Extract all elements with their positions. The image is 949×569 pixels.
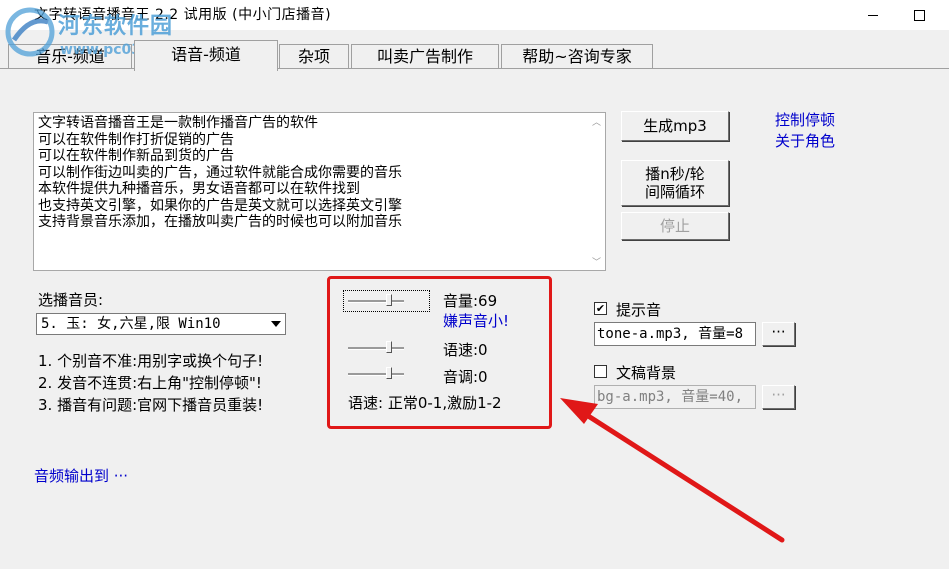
stop-button[interactable]: 停止	[621, 212, 729, 240]
generate-mp3-button[interactable]: 生成mp3	[621, 111, 729, 141]
tip-3: 3. 播音有问题:官网下播音员重装!	[38, 396, 264, 414]
title-bar: 文字转语音播音王 2.2 试用版 (中小门店播音)	[0, 0, 949, 30]
scroll-down-icon[interactable]: ﹀	[592, 255, 601, 268]
tab-ad-making[interactable]: 叫卖广告制作	[351, 44, 499, 69]
chevron-down-icon[interactable]	[267, 314, 285, 334]
tab-voice-channel[interactable]: 语音-频道	[134, 40, 278, 71]
background-field[interactable]: bg-a.mp3, 音量=40,	[594, 385, 756, 409]
tab-music-channel[interactable]: 音乐-频道	[8, 44, 132, 69]
audio-output-link[interactable]: 音频输出到 ···	[34, 465, 128, 486]
maximize-button[interactable]	[896, 0, 942, 30]
control-pause-link[interactable]: 控制停顿	[775, 109, 835, 130]
loop-play-button[interactable]: 播n秒/轮 间隔循环	[621, 160, 729, 206]
voice-select-label: 选播音员:	[38, 291, 104, 309]
scroll-up-icon[interactable]: ︿	[592, 115, 601, 128]
prompt-sound-checkbox[interactable]: ✔	[594, 302, 607, 315]
background-browse-button[interactable]: ···	[762, 385, 795, 409]
editor-scrollbar[interactable]: ︿ ﹀	[588, 113, 605, 270]
loop-play-label-1: 播n秒/轮	[645, 165, 705, 183]
tab-misc[interactable]: 杂项	[279, 44, 349, 69]
background-label: 文稿背景	[616, 364, 677, 382]
prompt-sound-browse-button[interactable]: ···	[762, 322, 795, 346]
loop-play-label-2: 间隔循环	[644, 183, 705, 201]
about-role-link[interactable]: 关于角色	[775, 130, 835, 151]
highlight-box	[327, 276, 552, 429]
tip-1: 1. 个别音不准:用别字或换个句子!	[38, 352, 264, 370]
prompt-sound-label: 提示音	[616, 301, 662, 319]
minimize-button[interactable]	[850, 0, 896, 30]
voice-select-value: 5. 玉: 女,六星,限 Win10	[41, 316, 221, 332]
minimize-icon	[868, 14, 878, 16]
prompt-sound-field[interactable]: tone-a.mp3, 音量=8	[594, 322, 756, 346]
tab-help[interactable]: 帮助~咨询专家	[501, 44, 653, 69]
ad-text-editor[interactable]: 文字转语音播音王是一款制作播音广告的软件 可以在软件制作打折促销的广告 可以在软…	[33, 112, 606, 271]
background-checkbox[interactable]	[594, 365, 607, 378]
window-title: 文字转语音播音王 2.2 试用版 (中小门店播音)	[34, 7, 332, 23]
ad-text-content[interactable]: 文字转语音播音王是一款制作播音广告的软件 可以在软件制作打折促销的广告 可以在软…	[38, 115, 402, 231]
tip-2: 2. 发音不连贯:右上角"控制停顿"!	[38, 374, 262, 392]
tab-bar: 音乐-频道 语音-频道 杂项 叫卖广告制作 帮助~咨询专家	[0, 40, 949, 71]
maximize-icon	[913, 9, 925, 21]
check-icon: ✔	[595, 302, 606, 315]
voice-select[interactable]: 5. 玉: 女,六星,限 Win10	[36, 313, 286, 335]
